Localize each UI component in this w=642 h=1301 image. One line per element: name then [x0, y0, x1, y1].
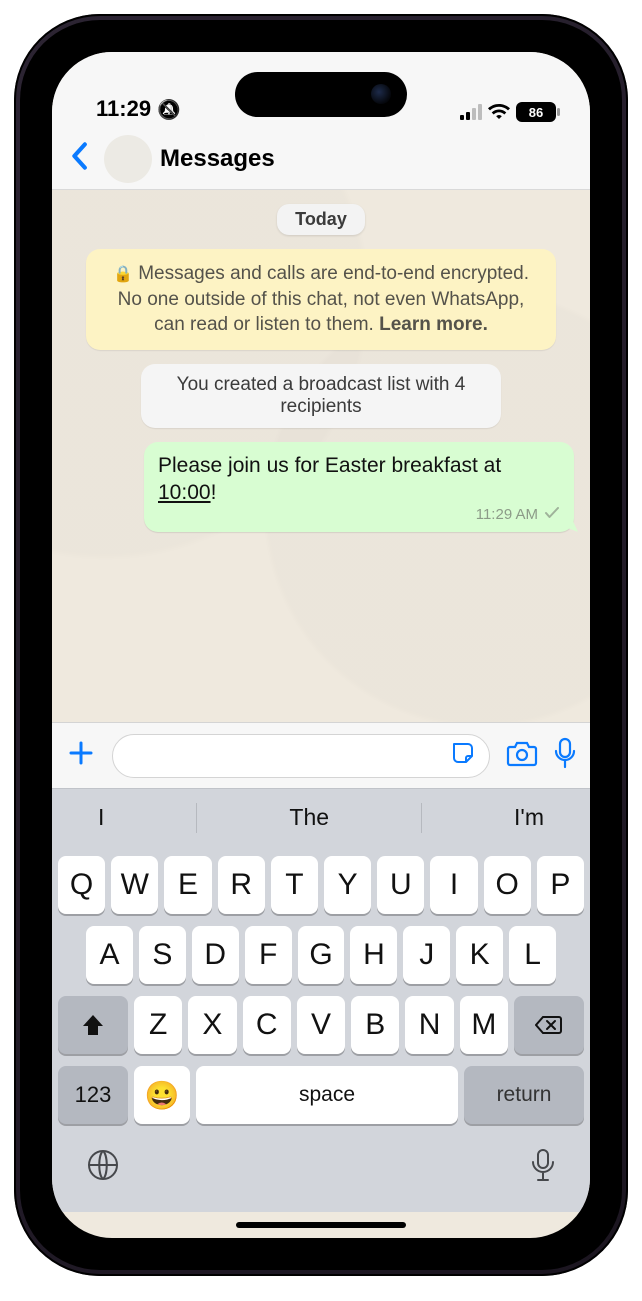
- dictation-key[interactable]: [530, 1148, 556, 1189]
- message-timestamp: 11:29 AM: [476, 505, 538, 525]
- key-g[interactable]: G: [298, 926, 345, 984]
- shift-key[interactable]: [58, 996, 128, 1054]
- numeric-key[interactable]: 123: [58, 1066, 128, 1124]
- dynamic-island: [235, 72, 407, 117]
- status-time: 11:29: [96, 96, 151, 122]
- key-k[interactable]: K: [456, 926, 503, 984]
- message-text-tail: !: [211, 481, 217, 504]
- key-z[interactable]: Z: [134, 996, 182, 1054]
- cellular-signal-icon: [460, 104, 482, 120]
- lock-icon: 🔒: [113, 266, 133, 283]
- chat-avatar[interactable]: [104, 135, 152, 183]
- system-message: You created a broadcast list with 4 reci…: [141, 364, 501, 428]
- message-input[interactable]: [112, 734, 490, 778]
- date-separator: Today: [277, 204, 365, 235]
- compose-bar: [52, 722, 590, 788]
- device-frame: 11:29 86: [14, 14, 628, 1276]
- key-b[interactable]: B: [351, 996, 399, 1054]
- key-r[interactable]: R: [218, 856, 265, 914]
- chat-header: Messages: [52, 128, 590, 190]
- key-t[interactable]: T: [271, 856, 318, 914]
- key-a[interactable]: A: [86, 926, 133, 984]
- key-s[interactable]: S: [139, 926, 186, 984]
- key-j[interactable]: J: [403, 926, 450, 984]
- delivered-check-icon: [544, 505, 560, 525]
- add-attachment-button[interactable]: [66, 738, 96, 773]
- key-x[interactable]: X: [188, 996, 236, 1054]
- suggestion-2[interactable]: The: [289, 804, 329, 831]
- battery-indicator: 86: [516, 102, 556, 122]
- key-p[interactable]: P: [537, 856, 584, 914]
- space-key[interactable]: space: [196, 1066, 458, 1124]
- backspace-key[interactable]: [514, 996, 584, 1054]
- outgoing-message[interactable]: Please join us for Easter breakfast at 1…: [144, 442, 574, 532]
- camera-button[interactable]: [506, 739, 538, 772]
- suggestion-3[interactable]: I'm: [514, 804, 544, 831]
- learn-more-link[interactable]: Learn more.: [379, 314, 488, 335]
- key-f[interactable]: F: [245, 926, 292, 984]
- key-l[interactable]: L: [509, 926, 556, 984]
- keyboard-suggestions: I The I'm: [52, 788, 590, 846]
- voice-message-button[interactable]: [554, 737, 576, 774]
- key-n[interactable]: N: [405, 996, 453, 1054]
- key-h[interactable]: H: [350, 926, 397, 984]
- key-v[interactable]: V: [297, 996, 345, 1054]
- sticker-icon[interactable]: [449, 739, 477, 772]
- key-c[interactable]: C: [243, 996, 291, 1054]
- key-e[interactable]: E: [164, 856, 211, 914]
- key-m[interactable]: M: [460, 996, 508, 1054]
- encryption-notice[interactable]: 🔒 Messages and calls are end-to-end encr…: [86, 249, 556, 350]
- key-d[interactable]: D: [192, 926, 239, 984]
- suggestion-1[interactable]: I: [98, 804, 104, 831]
- home-indicator[interactable]: [236, 1222, 406, 1228]
- keyboard: Q W E R T Y U I O P A S D F G H: [52, 846, 590, 1142]
- return-key[interactable]: return: [464, 1066, 584, 1124]
- chat-title[interactable]: Messages: [160, 145, 275, 173]
- emoji-key[interactable]: 😀: [134, 1066, 190, 1124]
- key-o[interactable]: O: [484, 856, 531, 914]
- keyboard-bottom-bar: [52, 1142, 590, 1212]
- wifi-icon: [488, 104, 510, 120]
- chat-scroll-area[interactable]: Today 🔒 Messages and calls are end-to-en…: [52, 190, 590, 722]
- device-bezel: 11:29 86: [20, 20, 622, 1270]
- suggestion-divider: [196, 803, 197, 833]
- suggestion-divider: [421, 803, 422, 833]
- key-u[interactable]: U: [377, 856, 424, 914]
- message-text: Please join us for Easter breakfast at: [158, 454, 501, 477]
- globe-key[interactable]: [86, 1148, 120, 1187]
- key-q[interactable]: Q: [58, 856, 105, 914]
- key-i[interactable]: I: [430, 856, 477, 914]
- key-w[interactable]: W: [111, 856, 158, 914]
- back-button[interactable]: [62, 136, 96, 181]
- screen: 11:29 86: [52, 52, 590, 1238]
- silent-mode-icon: [157, 96, 181, 122]
- key-y[interactable]: Y: [324, 856, 371, 914]
- time-link[interactable]: 10:00: [158, 481, 211, 504]
